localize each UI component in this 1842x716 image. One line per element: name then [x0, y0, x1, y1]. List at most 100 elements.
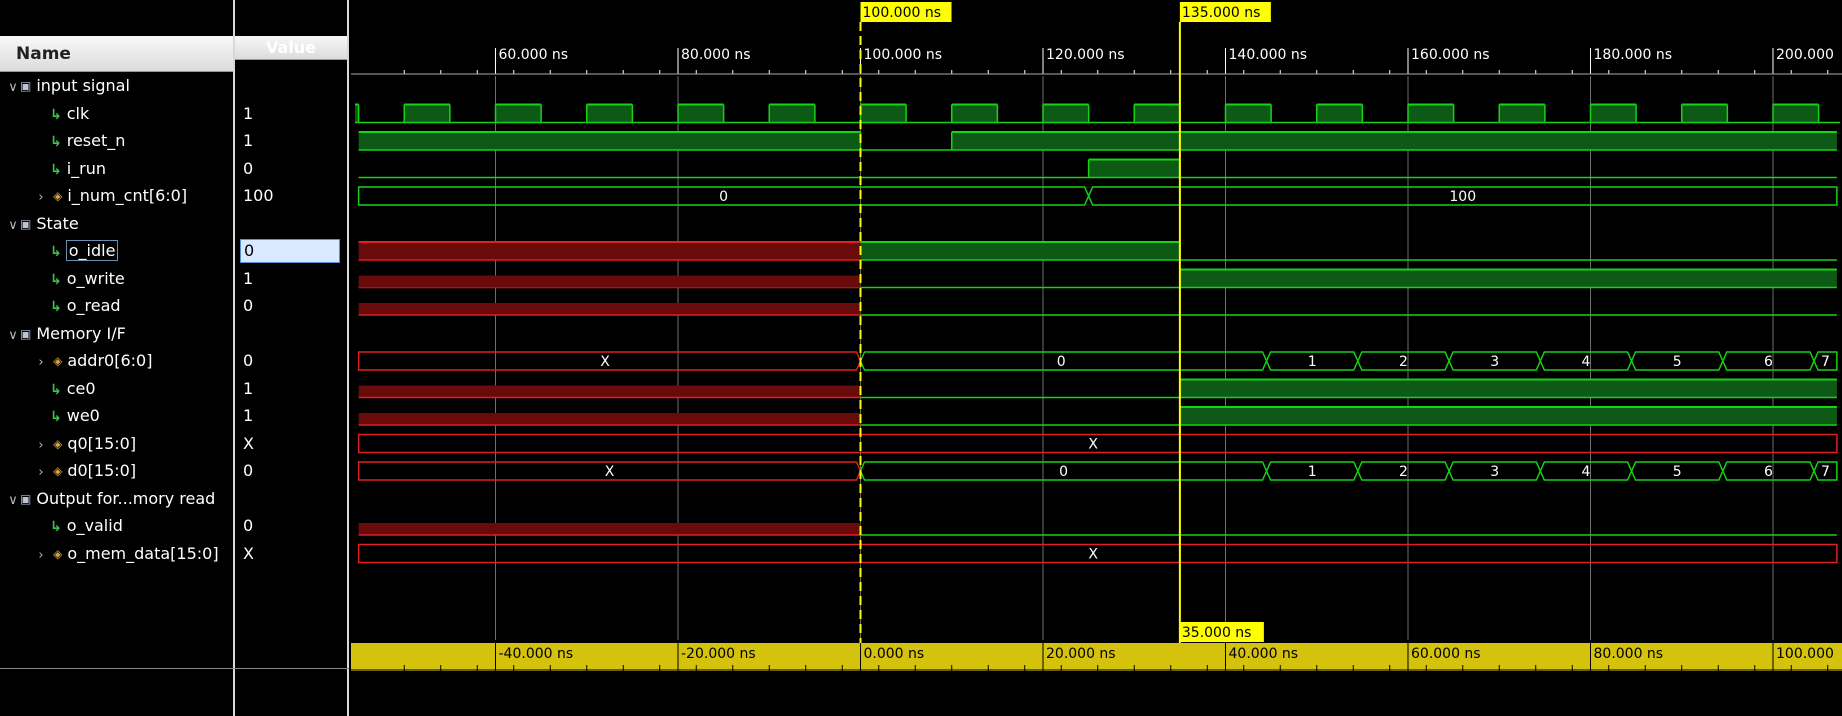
clk-wave-high-segment: [1043, 104, 1089, 123]
signal-label: o_idle: [65, 240, 119, 261]
signal-value[interactable]: X: [243, 432, 254, 456]
signal-we0[interactable]: ↳ we0: [50, 404, 100, 428]
signal-value[interactable]: 0: [243, 514, 253, 538]
chevron-right-icon[interactable]: ›: [34, 434, 48, 458]
bus-icon: ◈: [53, 354, 63, 368]
signal-o-write[interactable]: ↳ o_write: [50, 267, 125, 291]
bus-icon: ◈: [53, 436, 63, 451]
signal-label: reset_n: [66, 131, 126, 150]
signal-value[interactable]: 0: [243, 349, 253, 373]
clk-wave-high-segment: [678, 104, 724, 123]
signal-label: o_valid: [66, 516, 123, 535]
signal-ce0[interactable]: ↳ ce0: [50, 377, 96, 401]
relative-tick-label: 80.000 ns: [1594, 646, 1664, 662]
relative-tick-label: -20.000 ns: [681, 646, 756, 662]
signal-label: q0[15:0]: [67, 433, 137, 453]
ruler-tick-label: 60.000 ns: [499, 47, 569, 63]
o-valid-undefined-fill: [358, 523, 861, 535]
clk-wave-high-segment: [1408, 104, 1454, 123]
chevron-down-icon[interactable]: ∨: [6, 324, 20, 348]
bit-signal-icon: ↳: [50, 244, 62, 260]
signal-d0[interactable]: › ◈ d0[15:0]: [34, 459, 136, 483]
addr0-wave-bus-value: 7: [1821, 354, 1830, 370]
clk-wave-high-segment: [404, 104, 450, 123]
ruler-tick-label: 80.000 ns: [681, 47, 751, 63]
addr0-wave-bus-value: 2: [1399, 354, 1408, 370]
bit-signal-icon: ↳: [50, 299, 62, 315]
panel-footer-line: [0, 668, 349, 669]
ruler-tick-label: 140.000 ns: [1229, 47, 1308, 63]
d0-wave-bus-value: 3: [1490, 464, 1499, 480]
signal-addr0[interactable]: › ◈ addr0[6:0]: [34, 349, 152, 373]
reset-n-wave-high-segment: [358, 132, 861, 150]
chevron-down-icon[interactable]: ∨: [6, 76, 20, 100]
signal-value[interactable]: 100: [243, 184, 274, 208]
bit-signal-icon: ↳: [50, 134, 62, 150]
signal-value[interactable]: 1: [243, 267, 253, 291]
chevron-down-icon[interactable]: ∨: [6, 214, 20, 238]
signal-value[interactable]: 0: [243, 157, 253, 181]
value-column-header[interactable]: Value: [235, 36, 347, 60]
signal-i-num-cnt[interactable]: › ◈ i_num_cnt[6:0]: [34, 184, 187, 208]
signal-value[interactable]: 1: [243, 102, 253, 126]
chevron-right-icon[interactable]: ›: [34, 186, 48, 210]
signal-label: clk: [66, 103, 90, 123]
name-column-header[interactable]: Name: [0, 36, 233, 72]
group-state[interactable]: ∨ ▣ State: [6, 212, 78, 238]
signal-value[interactable]: 0: [240, 239, 340, 263]
addr0-wave-bus-value: 3: [1490, 354, 1499, 370]
signal-label: i_run: [66, 158, 107, 178]
chevron-right-icon[interactable]: ›: [34, 351, 48, 375]
bit-signal-icon: ↳: [50, 106, 62, 123]
signal-o-valid[interactable]: ↳ o_valid: [50, 514, 123, 538]
bus-icon: ◈: [53, 546, 63, 561]
relative-tick-label: -40.000 ns: [499, 646, 574, 662]
bit-signal-icon: ↳: [50, 409, 62, 425]
group-memory-i-f[interactable]: ∨ ▣ Memory I/F: [6, 322, 126, 346]
signal-value[interactable]: 1: [243, 129, 253, 153]
bit-signal-icon: ↳: [50, 161, 62, 178]
chevron-right-icon[interactable]: ›: [34, 544, 48, 568]
d0-wave-bus-value: 4: [1581, 464, 1590, 480]
group-icon: ▣: [20, 491, 32, 506]
signal-i-run[interactable]: ↳ i_run: [50, 157, 106, 181]
signal-clk[interactable]: ↳ clk: [50, 102, 89, 126]
signal-value[interactable]: 0: [243, 294, 253, 318]
signal-o-idle[interactable]: ↳ o_idle: [50, 239, 119, 263]
signal-label: o_read: [66, 296, 121, 315]
signal-o-read[interactable]: ↳ o_read: [50, 294, 121, 318]
clk-wave-high-segment: [586, 104, 633, 123]
waveform-canvas[interactable]: 60.000 ns 80.000 ns 100.000 ns 120.000 ns 14…: [351, 0, 1842, 716]
ruler-tick-label: 200.000: [1776, 47, 1834, 63]
clk-wave-high-segment: [495, 104, 542, 123]
ce0-undefined-fill: [358, 385, 861, 398]
bit-signal-icon: ↳: [50, 271, 62, 288]
group-output-for-mory-read[interactable]: ∨ ▣ Output for...mory read: [6, 487, 215, 511]
d0-wave-bus-value: 5: [1673, 464, 1682, 480]
ruler-tick-label: 100.000 ns: [864, 47, 943, 63]
chevron-right-icon[interactable]: ›: [34, 461, 48, 485]
addr0-wave-bus-value: 4: [1581, 354, 1590, 370]
signal-o-mem-data[interactable]: › ◈ o_mem_data[15:0]: [34, 542, 219, 568]
signal-value[interactable]: 0: [243, 459, 253, 483]
main-cursor-label: 100.000 ns: [863, 5, 942, 21]
signal-q0[interactable]: › ◈ q0[15:0]: [34, 432, 136, 456]
signal-value[interactable]: X: [243, 542, 254, 566]
o-idle-wave-x-high-segment: [358, 242, 861, 260]
we0-wave-high-segment: [1179, 407, 1837, 425]
d0-wave-bus-value: 6: [1764, 464, 1773, 480]
signal-label: i_num_cnt[6:0]: [67, 186, 188, 205]
d0-wave-bus-value: 7: [1821, 464, 1830, 480]
signal-value[interactable]: 1: [243, 404, 253, 428]
clk-wave-high-segment: [1225, 104, 1272, 123]
clk-wave-high-segment: [1316, 104, 1363, 123]
waveform-divider[interactable]: [347, 0, 349, 716]
signal-reset-n[interactable]: ↳ reset_n: [50, 129, 125, 153]
signal-label: o_write: [66, 268, 125, 288]
i-num-cnt-wave-bus-value: 100: [1449, 189, 1476, 205]
chevron-down-icon[interactable]: ∨: [6, 489, 20, 513]
ce0-wave-high-segment: [1179, 379, 1837, 398]
group-input-signal[interactable]: ∨ ▣ input signal: [6, 74, 130, 98]
signal-value[interactable]: 1: [243, 377, 253, 401]
signal-label: o_mem_data[15:0]: [67, 543, 219, 563]
